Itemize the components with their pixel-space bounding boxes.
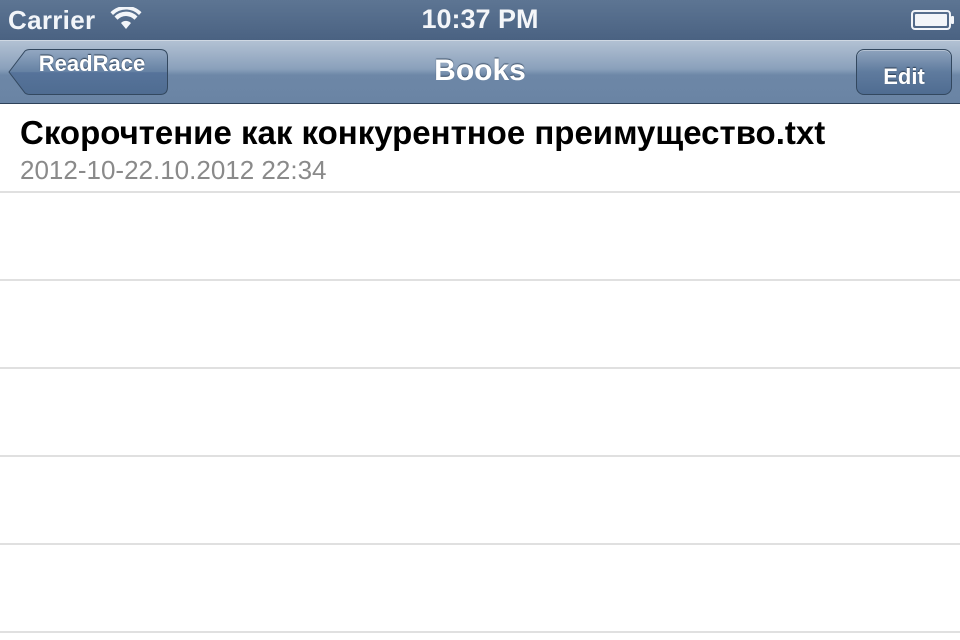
empty-row (0, 369, 960, 457)
edit-button-label: Edit (883, 64, 925, 89)
empty-row (0, 193, 960, 281)
navigation-bar: ReadRace Books Edit (0, 40, 960, 104)
empty-row (0, 545, 960, 633)
clock: 10:37 PM (421, 4, 539, 34)
book-title: Скорочтение как конкурентное преимуществ… (20, 114, 826, 151)
empty-row (0, 457, 960, 545)
edit-button[interactable]: Edit (856, 49, 952, 95)
book-subtitle: 2012-10-22.10.2012 22:34 (20, 155, 327, 185)
status-bar: Carrier 10:37 PM (0, 0, 960, 40)
page-title: Books (434, 54, 526, 87)
book-row[interactable]: Скорочтение как конкурентное преимуществ… (0, 105, 960, 193)
empty-row (0, 281, 960, 369)
books-table: Скорочтение как конкурентное преимуществ… (0, 105, 960, 640)
battery-icon (911, 10, 954, 30)
